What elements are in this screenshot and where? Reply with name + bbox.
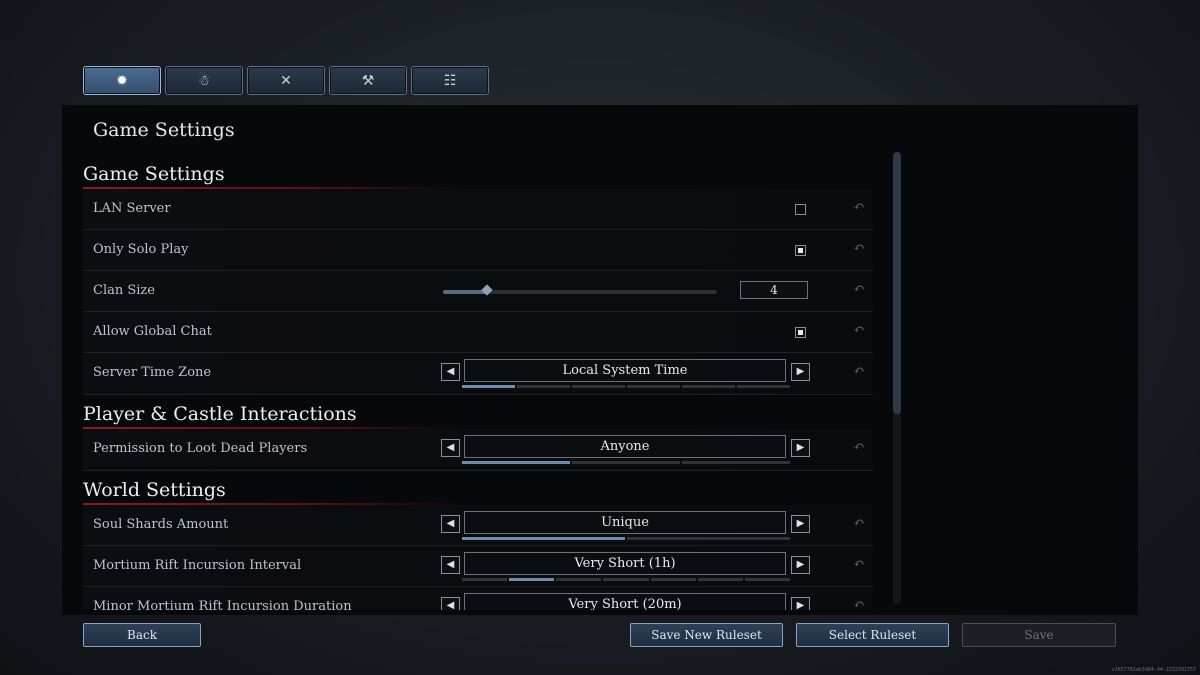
pager-segment <box>744 578 790 581</box>
scrollbar[interactable] <box>893 152 901 604</box>
setting-row-global-chat: Allow Global Chat ↶ <box>83 312 873 353</box>
pager-segment <box>603 578 649 581</box>
setting-row-soul-shards: Soul Shards Amount ◀ Unique ▶ ↶ <box>83 505 873 546</box>
setting-label: Permission to Loot Dead Players <box>93 441 308 456</box>
section-header-world: World Settings <box>83 471 873 505</box>
save-button[interactable]: Save <box>962 623 1116 647</box>
setting-label: LAN Server <box>93 201 171 216</box>
slider-fill <box>443 290 487 294</box>
clan-size-slider[interactable] <box>443 284 717 296</box>
select-ruleset-button[interactable]: Select Ruleset <box>796 623 949 647</box>
hammer-icon: ⚒ <box>361 72 375 89</box>
tab-combat[interactable]: ✕ <box>247 66 325 95</box>
next-option-button[interactable]: ▶ <box>791 515 810 533</box>
settings-panel: Game Settings Game Settings LAN Server ↶… <box>62 105 1138 615</box>
next-option-button[interactable]: ▶ <box>791 597 810 610</box>
pager-segment <box>627 385 680 388</box>
reset-icon[interactable]: ↶ <box>853 363 865 379</box>
pager-segment <box>572 385 625 388</box>
pager-segment <box>682 385 735 388</box>
time-zone-select[interactable]: Local System Time <box>464 359 786 382</box>
panel-title: Game Settings <box>93 119 235 141</box>
save-new-ruleset-button[interactable]: Save New Ruleset <box>630 623 783 647</box>
only-solo-checkbox[interactable] <box>795 245 806 256</box>
next-option-button[interactable]: ▶ <box>791 363 810 381</box>
option-pager <box>462 385 790 388</box>
section-title: Player & Castle Interactions <box>83 403 357 425</box>
pager-segment <box>462 385 515 388</box>
previous-option-button[interactable]: ◀ <box>441 363 460 381</box>
reset-icon[interactable]: ↶ <box>853 281 865 297</box>
scrollbar-thumb[interactable] <box>893 152 901 414</box>
back-button[interactable]: Back <box>83 623 201 647</box>
settings-list: Game Settings LAN Server ↶ Only Solo Pla… <box>83 155 873 610</box>
previous-option-button[interactable]: ◀ <box>441 439 460 457</box>
setting-label: Mortium Rift Incursion Interval <box>93 558 302 573</box>
global-chat-checkbox[interactable] <box>795 327 806 338</box>
tab-codex[interactable]: ☷ <box>411 66 489 95</box>
previous-option-button[interactable]: ◀ <box>441 515 460 533</box>
reset-icon[interactable]: ↶ <box>853 439 865 455</box>
pager-segment <box>462 537 625 540</box>
setting-row-time-zone: Server Time Zone ◀ Local System Time ▶ ↶ <box>83 353 873 395</box>
option-pager <box>462 461 790 464</box>
tab-bar: ✹ ☃ ✕ ⚒ ☷ <box>83 66 489 95</box>
pager-segment <box>650 578 696 581</box>
pager-segment <box>517 385 570 388</box>
setting-row-lan-server: LAN Server ↶ <box>83 189 873 230</box>
setting-row-rift-duration: Minor Mortium Rift Incursion Duration ◀ … <box>83 587 873 610</box>
tab-crafting[interactable]: ⚒ <box>329 66 407 95</box>
reset-icon[interactable]: ↶ <box>853 597 865 610</box>
option-pager <box>462 578 790 581</box>
next-option-button[interactable]: ▶ <box>791 439 810 457</box>
previous-option-button[interactable]: ◀ <box>441 597 460 610</box>
previous-option-button[interactable]: ◀ <box>441 556 460 574</box>
tab-character[interactable]: ☃ <box>165 66 243 95</box>
setting-row-rift-interval: Mortium Rift Incursion Interval ◀ Very S… <box>83 546 873 587</box>
crossed-swords-icon: ✕ <box>280 72 292 89</box>
pager-segment <box>697 578 743 581</box>
pager-segment <box>462 578 508 581</box>
pager-segment <box>556 578 602 581</box>
next-option-button[interactable]: ▶ <box>791 556 810 574</box>
rift-interval-select[interactable]: Very Short (1h) <box>464 552 786 575</box>
version-string: v1657762ab3d84-44-2232391757 <box>1111 667 1196 673</box>
pager-segment <box>627 537 790 540</box>
book-icon: ☷ <box>443 72 457 89</box>
rift-duration-select[interactable]: Very Short (20m) <box>464 593 786 610</box>
setting-row-loot-permission: Permission to Loot Dead Players ◀ Anyone… <box>83 429 873 471</box>
reset-icon[interactable]: ↶ <box>853 322 865 338</box>
section-header-game: Game Settings <box>83 155 873 189</box>
pager-segment <box>509 578 555 581</box>
character-icon: ☃ <box>197 72 211 89</box>
pager-segment <box>572 461 680 464</box>
section-title: World Settings <box>83 479 226 501</box>
section-title: Game Settings <box>83 163 225 185</box>
reset-icon[interactable]: ↶ <box>853 199 865 215</box>
soul-shards-select[interactable]: Unique <box>464 511 786 534</box>
lan-server-checkbox[interactable] <box>795 204 806 215</box>
reset-icon[interactable]: ↶ <box>853 556 865 572</box>
pager-segment <box>737 385 790 388</box>
setting-label: Soul Shards Amount <box>93 517 229 532</box>
loot-permission-select[interactable]: Anyone <box>464 435 786 458</box>
setting-label: Clan Size <box>93 283 155 298</box>
setting-row-clan-size: Clan Size 4 ↶ <box>83 271 873 312</box>
setting-row-only-solo: Only Solo Play ↶ <box>83 230 873 271</box>
setting-label: Only Solo Play <box>93 242 189 257</box>
reset-icon[interactable]: ↶ <box>853 240 865 256</box>
setting-label: Server Time Zone <box>93 365 212 380</box>
pager-segment <box>462 461 570 464</box>
pager-segment <box>682 461 790 464</box>
reset-icon[interactable]: ↶ <box>853 515 865 531</box>
setting-label: Minor Mortium Rift Incursion Duration <box>93 599 352 610</box>
tab-settings[interactable]: ✹ <box>83 66 161 95</box>
gear-icon: ✹ <box>116 72 128 89</box>
option-pager <box>462 537 790 540</box>
clan-size-input[interactable]: 4 <box>740 281 808 299</box>
section-header-player: Player & Castle Interactions <box>83 395 873 429</box>
setting-label: Allow Global Chat <box>93 324 212 339</box>
